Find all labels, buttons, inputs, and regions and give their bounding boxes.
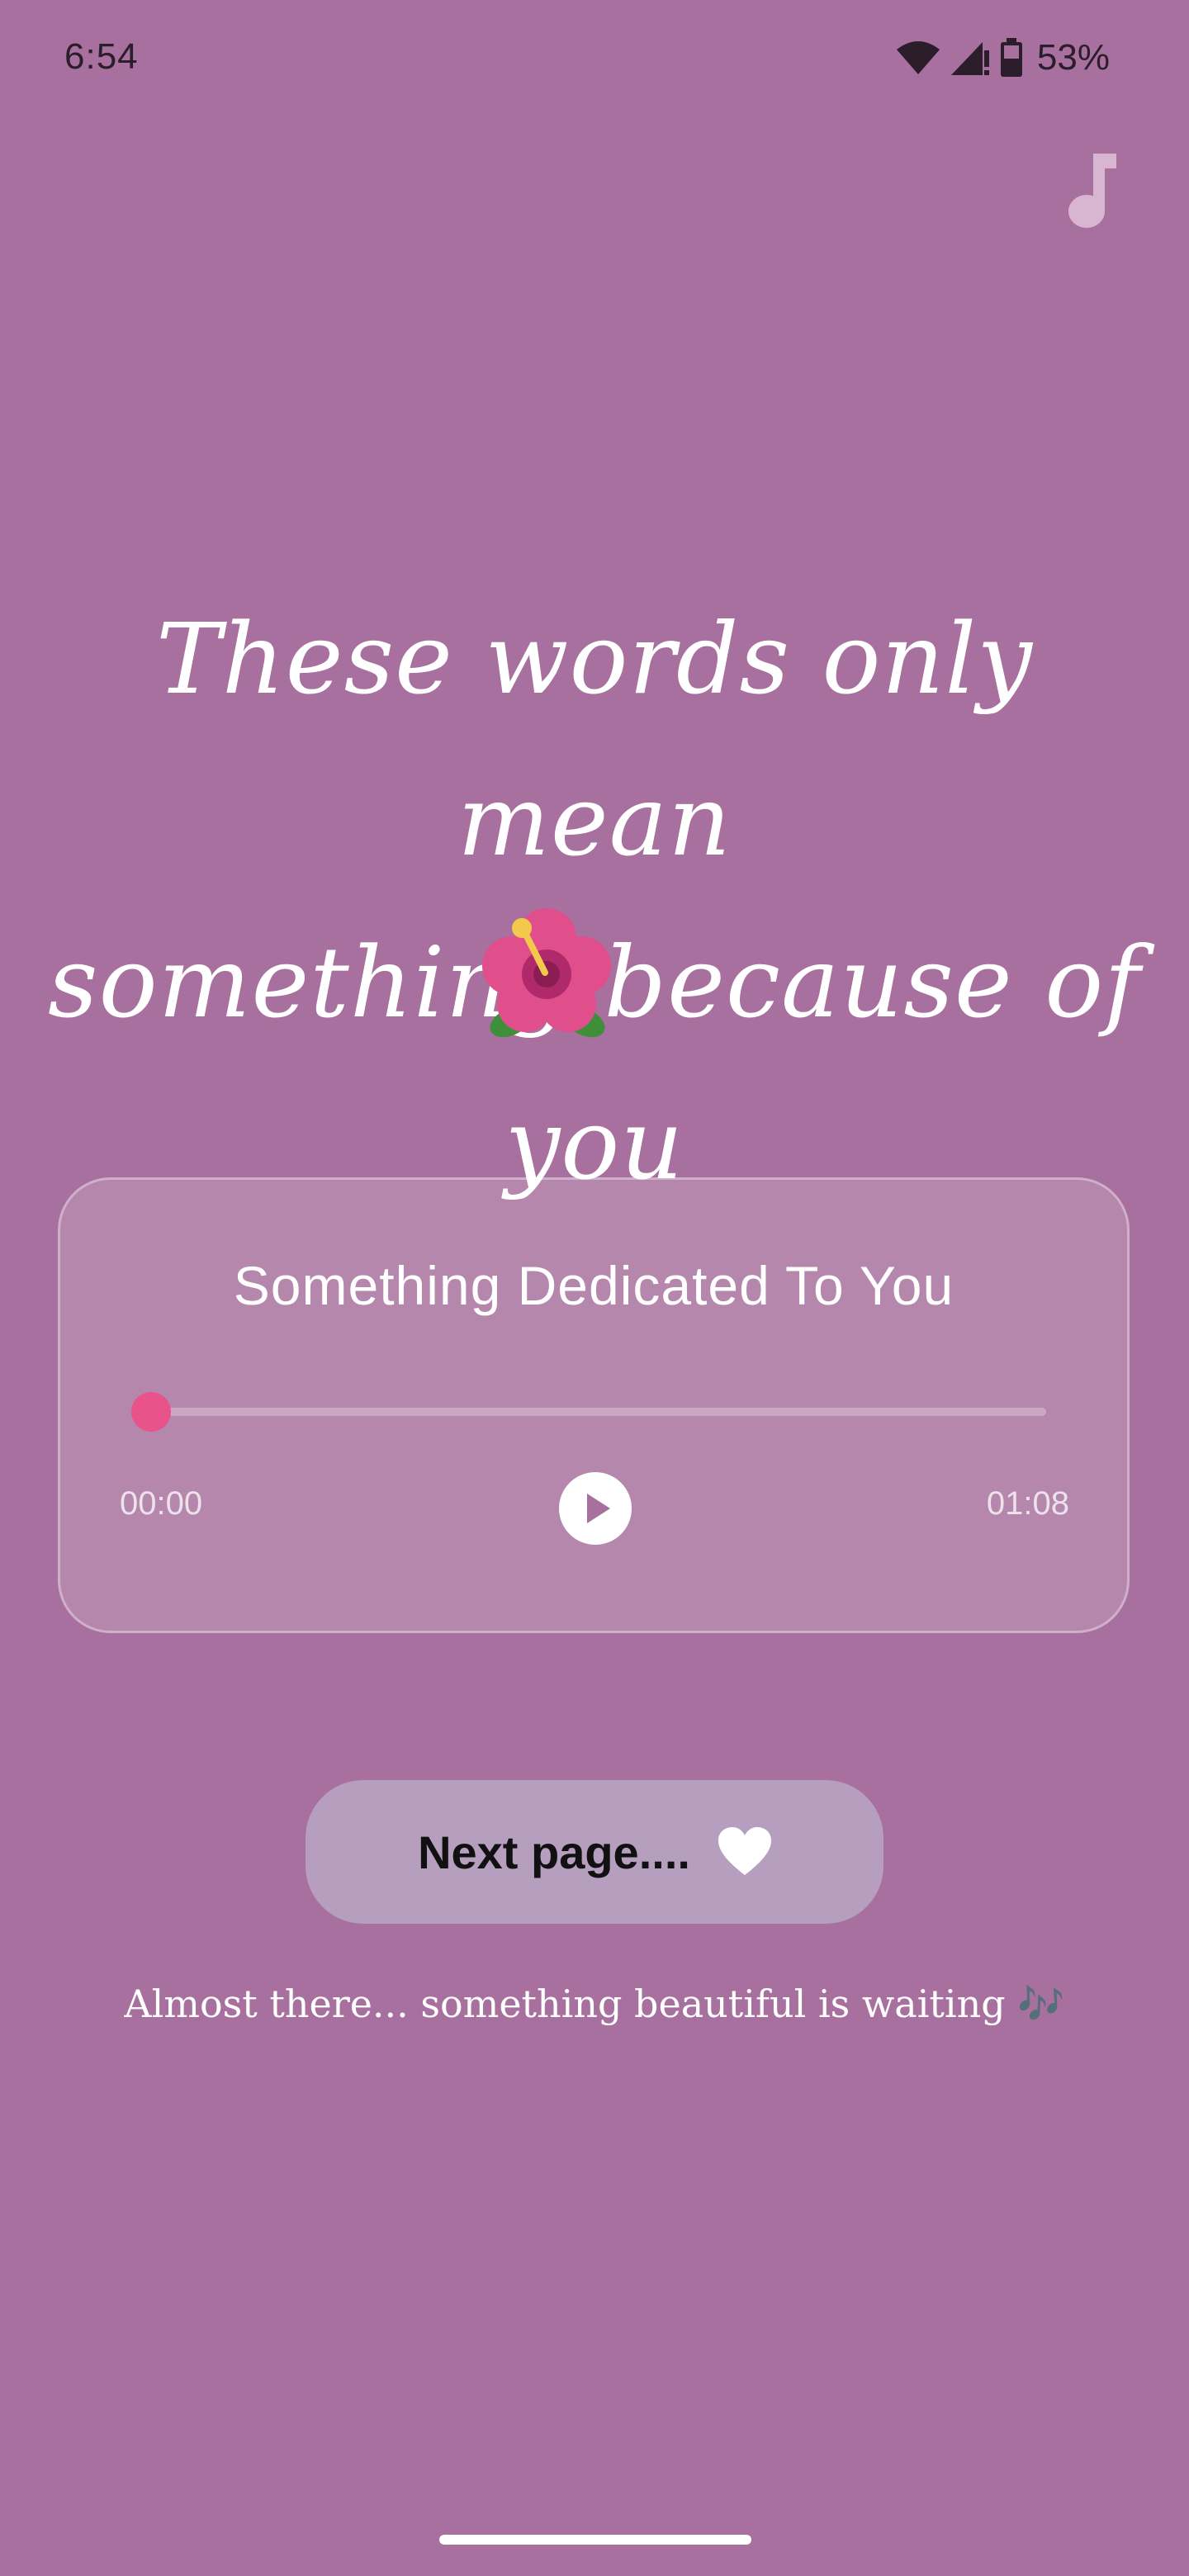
signal-icon <box>950 42 989 75</box>
progress-thumb[interactable] <box>131 1392 171 1432</box>
headline-line-1: These words only mean <box>156 602 1033 878</box>
play-icon <box>587 1494 610 1523</box>
status-time: 6:54 <box>64 36 139 77</box>
status-bar: 6:54 53% <box>0 0 1189 116</box>
battery-icon <box>1000 38 1022 77</box>
wifi-icon <box>896 41 940 74</box>
current-time: 00:00 <box>120 1485 203 1522</box>
song-title: Something Dedicated To You <box>233 1255 955 1316</box>
play-button[interactable] <box>559 1472 632 1545</box>
total-time: 01:08 <box>986 1485 1069 1522</box>
next-page-label: Next page.... <box>418 1825 690 1878</box>
hibiscus-icon <box>482 908 611 1038</box>
battery-percent: 53% <box>1036 37 1110 78</box>
status-icons: 53% <box>895 33 1110 83</box>
music-notes-emoji: 🎶 <box>1017 1982 1065 2026</box>
progress-slider[interactable] <box>131 1392 1046 1432</box>
music-note-icon[interactable] <box>1059 149 1116 231</box>
home-indicator[interactable] <box>439 2535 751 2545</box>
audio-player-card: Something Dedicated To You 00:00 01:08 <box>58 1177 1130 1633</box>
next-page-button[interactable]: Next page.... <box>306 1780 883 1924</box>
heart-icon <box>718 1827 771 1875</box>
caption-text: Almost there... something beautiful is w… <box>124 1982 1006 2026</box>
headline: These words only mean something because … <box>33 578 1156 1225</box>
caption: Almost there... something beautiful is w… <box>0 1982 1189 2027</box>
